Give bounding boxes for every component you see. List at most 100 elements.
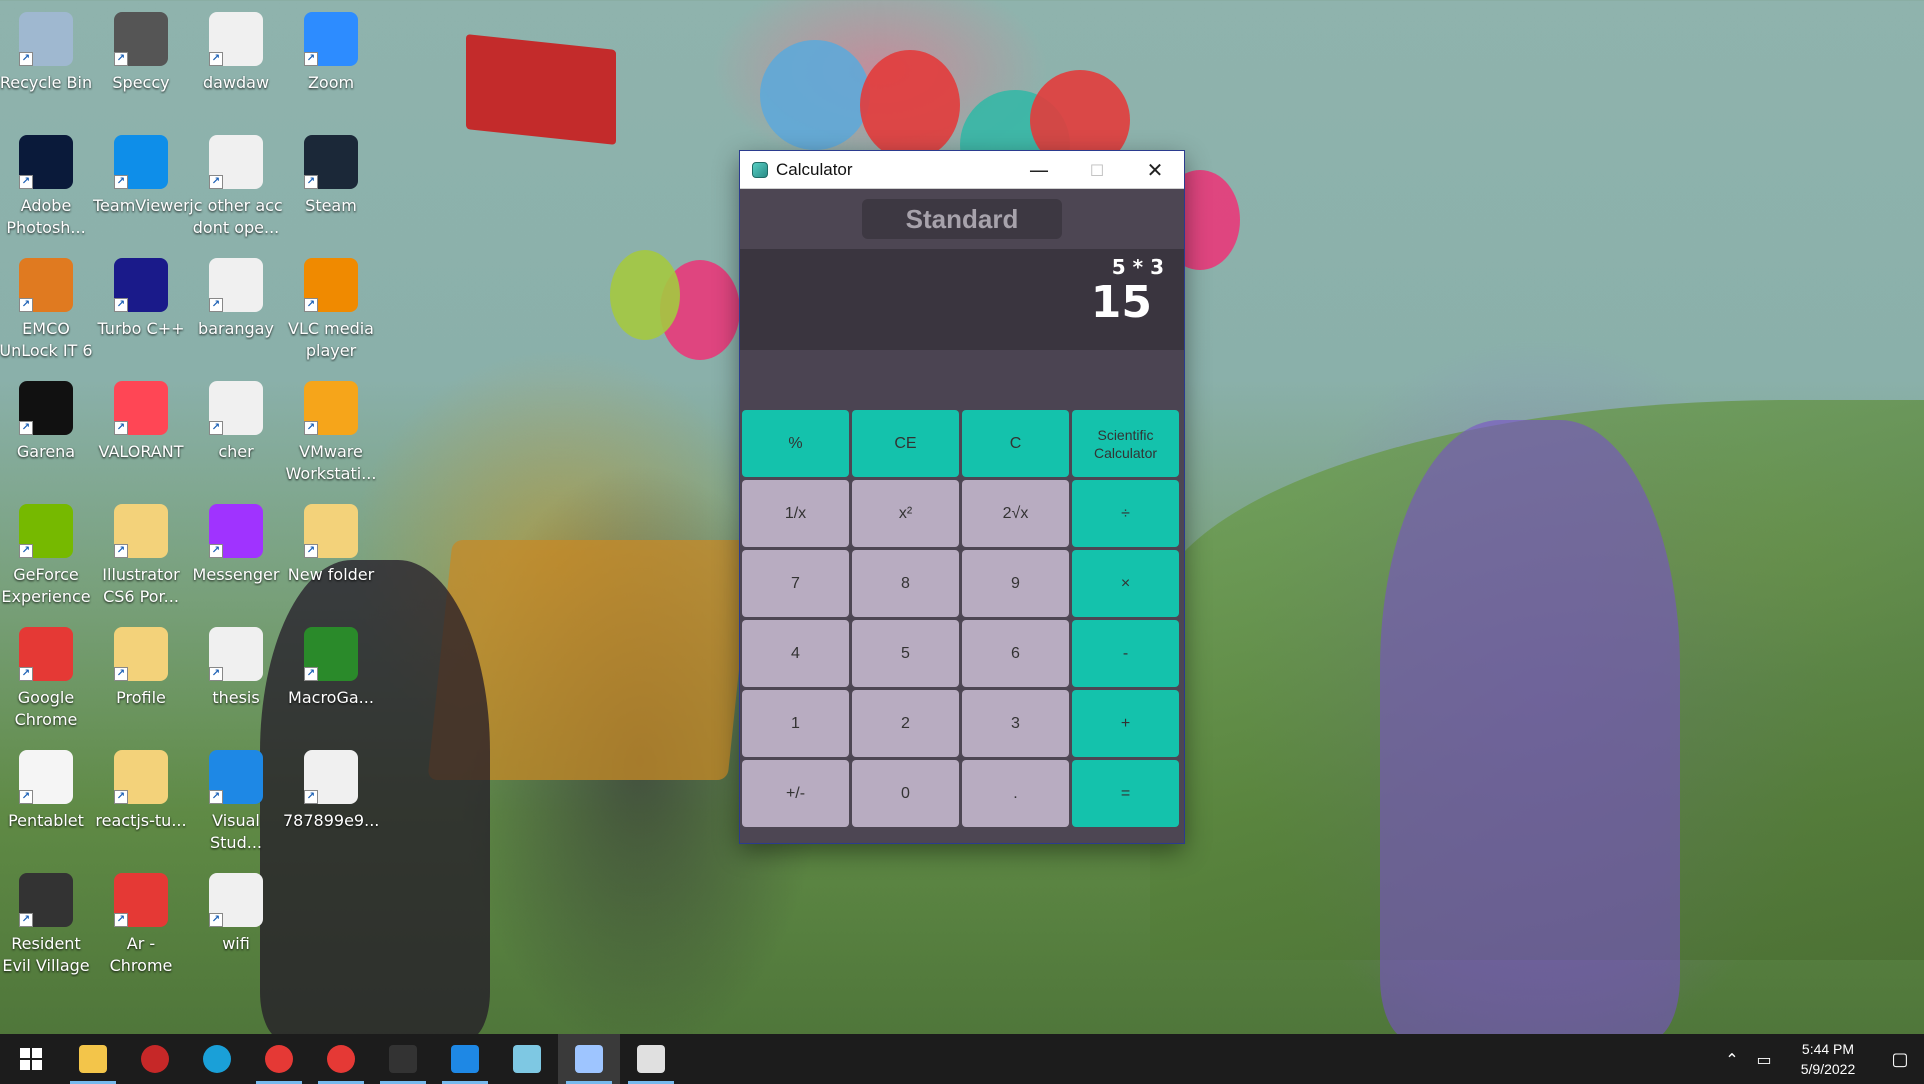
desktop-icon[interactable]: ↗ EMCO UnLock IT 6: [0, 250, 94, 368]
mode-label[interactable]: Standard: [862, 199, 1062, 239]
calc-key[interactable]: ×: [1072, 550, 1179, 617]
python-file-icon: [575, 1045, 603, 1073]
taskbar-app-button[interactable]: [186, 1034, 248, 1084]
calc-key[interactable]: 3: [962, 690, 1069, 757]
desktop-icon[interactable]: ↗ Turbo C++: [93, 250, 189, 368]
calc-key[interactable]: .: [962, 760, 1069, 827]
teamviewer-icon: ↗: [114, 135, 168, 189]
shortcut-arrow-icon: ↗: [114, 298, 128, 312]
desktop-icon[interactable]: ↗ barangay: [188, 250, 284, 368]
desktop-icon[interactable]: ↗ wifi: [188, 865, 284, 983]
desktop-icon[interactable]: ↗ jc other acc dont ope...: [188, 127, 284, 245]
calc-key[interactable]: 4: [742, 620, 849, 687]
result-display: 15: [1090, 277, 1152, 328]
calc-key[interactable]: ÷: [1072, 480, 1179, 547]
shortcut-arrow-icon: ↗: [114, 544, 128, 558]
desktop-icon[interactable]: ↗ reactjs-tu...: [93, 742, 189, 860]
desktop-icon[interactable]: ↗ Pentablet: [0, 742, 94, 860]
resident-evil-icon: ↗: [19, 873, 73, 927]
calc-key[interactable]: %: [742, 410, 849, 477]
balloon-decoration: [610, 250, 680, 340]
calc-key[interactable]: 1: [742, 690, 849, 757]
calc-key[interactable]: 8: [852, 550, 959, 617]
vmware-icon: ↗: [304, 381, 358, 435]
pentablet-icon: ↗: [19, 750, 73, 804]
calc-key[interactable]: =: [1072, 760, 1179, 827]
calc-key[interactable]: 6: [962, 620, 1069, 687]
desktop-icon[interactable]: ↗ VMware Workstati...: [283, 373, 379, 491]
calc-key[interactable]: Scientific Calculator: [1072, 410, 1179, 477]
clock[interactable]: 5:44 PM 5/9/2022: [1780, 1039, 1876, 1079]
calc-key[interactable]: C: [962, 410, 1069, 477]
desktop-icon[interactable]: ↗ TeamViewer: [93, 127, 189, 245]
network-icon[interactable]: ▭: [1748, 1050, 1780, 1069]
file-icon: ↗: [209, 381, 263, 435]
desktop-icon[interactable]: ↗ Garena: [0, 373, 94, 491]
minimize-button[interactable]: —: [1010, 151, 1068, 189]
calc-key[interactable]: x²: [852, 480, 959, 547]
taskbar-app-button[interactable]: [434, 1034, 496, 1084]
taskbar-app-button[interactable]: [372, 1034, 434, 1084]
notification-icon[interactable]: ▢: [1876, 1049, 1924, 1070]
maximize-button[interactable]: ☐: [1068, 151, 1126, 189]
shortcut-arrow-icon: ↗: [209, 667, 223, 681]
desktop-icon[interactable]: ↗ Ar - Chrome: [93, 865, 189, 983]
desktop-icon[interactable]: ↗ MacroGa...: [283, 619, 379, 737]
desktop-icon[interactable]: ↗ New folder: [283, 496, 379, 614]
messenger-icon: ↗: [209, 504, 263, 558]
folder-icon: ↗: [304, 504, 358, 558]
chevron-up-icon[interactable]: ⌃: [1716, 1050, 1748, 1069]
calc-key[interactable]: 2√x: [962, 480, 1069, 547]
desktop-icon[interactable]: ↗ 787899e9...: [283, 742, 379, 860]
desktop-icon[interactable]: ↗ Recycle Bin: [0, 4, 94, 122]
desktop-icon[interactable]: ↗ cher: [188, 373, 284, 491]
calc-key[interactable]: 9: [962, 550, 1069, 617]
desktop-icon[interactable]: ↗ VALORANT: [93, 373, 189, 491]
taskbar-app-button[interactable]: [620, 1034, 682, 1084]
calc-key[interactable]: +: [1072, 690, 1179, 757]
turbo-cpp-icon: ↗: [114, 258, 168, 312]
shortcut-arrow-icon: ↗: [19, 790, 33, 804]
desktop-icon[interactable]: ↗ Resident Evil Village: [0, 865, 94, 983]
desktop-icon[interactable]: ↗ Steam: [283, 127, 379, 245]
shortcut-arrow-icon: ↗: [114, 667, 128, 681]
chrome-profile-icon: [327, 1045, 355, 1073]
desktop-icon[interactable]: ↗ Messenger: [188, 496, 284, 614]
taskbar-app-button[interactable]: [558, 1034, 620, 1084]
desktop-icon[interactable]: ↗ Illustrator CS6 Por...: [93, 496, 189, 614]
taskbar-app-button[interactable]: [310, 1034, 372, 1084]
calc-key[interactable]: -: [1072, 620, 1179, 687]
zoom-icon: ↗: [304, 12, 358, 66]
desktop-icon[interactable]: ↗ dawdaw: [188, 4, 284, 122]
title-bar[interactable]: Calculator — ☐ ✕: [740, 151, 1184, 189]
shortcut-arrow-icon: ↗: [209, 52, 223, 66]
close-button[interactable]: ✕: [1126, 151, 1184, 189]
desktop-icon[interactable]: ↗ Profile: [93, 619, 189, 737]
valorant-icon: ↗: [114, 381, 168, 435]
calc-key[interactable]: CE: [852, 410, 959, 477]
calc-key[interactable]: 2: [852, 690, 959, 757]
taskbar-app-button[interactable]: [248, 1034, 310, 1084]
desktop-icon[interactable]: ↗ Google Chrome: [0, 619, 94, 737]
desktop-icon[interactable]: ↗ Visual Stud...: [188, 742, 284, 860]
taskbar-app-button[interactable]: [124, 1034, 186, 1084]
desktop-icon[interactable]: ↗ thesis: [188, 619, 284, 737]
desktop-icon[interactable]: ↗ Speccy: [93, 4, 189, 122]
taskbar-app-button[interactable]: [62, 1034, 124, 1084]
balloon-decoration: [760, 40, 870, 150]
calc-key[interactable]: +/-: [742, 760, 849, 827]
calc-key[interactable]: 7: [742, 550, 849, 617]
desktop-icon-label: Resident Evil Village: [2, 934, 90, 975]
desktop-icon[interactable]: ↗ Adobe Photosh...: [0, 127, 94, 245]
desktop-icon[interactable]: ↗ GeForce Experience: [0, 496, 94, 614]
calc-key[interactable]: 1/x: [742, 480, 849, 547]
taskbar-app-button[interactable]: [496, 1034, 558, 1084]
desktop-icon-label: jc other acc dont ope...: [189, 196, 283, 237]
desktop-icon[interactable]: ↗ VLC media player: [283, 250, 379, 368]
calc-key[interactable]: 5: [852, 620, 959, 687]
desktop-icon[interactable]: ↗ Zoom: [283, 4, 379, 122]
clock-time: 5:44 PM: [1801, 1041, 1855, 1057]
calc-key[interactable]: 0: [852, 760, 959, 827]
desktop-icon-label: dawdaw: [202, 73, 270, 92]
start-button[interactable]: [0, 1034, 62, 1084]
